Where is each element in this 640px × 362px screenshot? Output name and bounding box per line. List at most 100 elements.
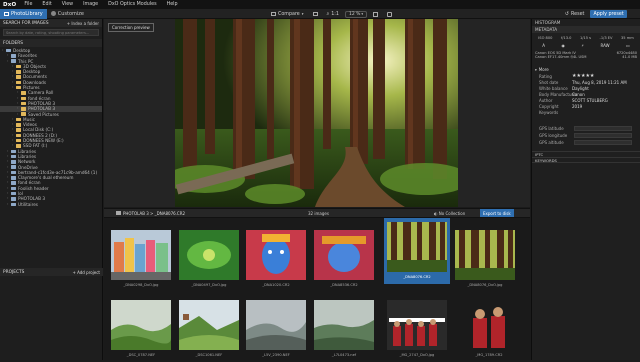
chevron-down-icon: ▾ (301, 12, 304, 16)
more-toggle[interactable]: ▾ More (532, 66, 640, 73)
main-photo (175, 19, 458, 207)
reset-button[interactable]: ↺ Reset (562, 10, 587, 18)
apply-preset-button[interactable]: Apply preset (590, 10, 627, 18)
gps-row: GPS longitude (532, 132, 640, 139)
thumbnail-filename: _DNA8076.CR2 (403, 275, 431, 279)
thumbnail-filename: _DNA0298_DxO.jpg (123, 283, 159, 287)
thumbnail-image (314, 230, 374, 280)
index-folder-link[interactable]: + Index a folder (67, 21, 99, 26)
thumbnail[interactable]: _DNA8076_DxO.jpg (452, 226, 518, 292)
search-input[interactable]: Search by date, rating, shooting paramet… (6, 31, 89, 35)
metadata-header: Metadata (532, 26, 640, 33)
thumbnail[interactable]: _MG_1789.CR2 (456, 296, 522, 362)
thumbnail-filename: _DSC1061.NEF (195, 353, 223, 357)
folder-icon (21, 91, 26, 95)
folder-icon (16, 133, 21, 138)
compare-button[interactable]: Compare ▾ (268, 10, 307, 18)
iptc-title: IPTC (535, 152, 544, 157)
tab-customize[interactable]: Customize (47, 9, 88, 19)
menu-edit[interactable]: Edit (37, 2, 56, 7)
folder-icon (11, 191, 16, 196)
thumbnail[interactable]: _DNA1020.CR2 (243, 226, 309, 292)
gps-fields: GPS latitude GPS longitude GPS altitude (532, 125, 640, 146)
thumbnail[interactable]: _DSC_0787.NEF (108, 296, 174, 362)
folder-icon (16, 85, 21, 90)
histogram-title: Histogram (535, 20, 561, 25)
lens-model: Canon EF17-40mm f/4L USM (535, 55, 587, 59)
metadata-value[interactable]: SCOTT STULBERG (572, 98, 608, 103)
collection-icon: ◐ (434, 210, 438, 216)
gps-label: GPS longitude (539, 133, 568, 138)
zoom-button[interactable]: ⌕ 1:1 (324, 10, 342, 18)
thumbnail[interactable]: _DNA0497_DxO.jpg (176, 226, 242, 292)
projects-title: Projects (3, 269, 25, 275)
left-panel: Search for images + Index a folder Searc… (0, 19, 103, 360)
thumbnail[interactable]: _DNA0298_DxO.jpg (108, 226, 174, 292)
metadata-value[interactable]: Canon (572, 92, 585, 97)
metadata-value[interactable]: Thu, Aug 8, 2019 11:21 AM (572, 80, 627, 85)
thumbnail[interactable]: _MG_2747_DxO.jpg (384, 296, 450, 362)
fit-button[interactable] (310, 10, 321, 18)
search-box[interactable]: Search by date, rating, shooting paramet… (3, 29, 99, 36)
reset-icon: ↺ (565, 11, 570, 17)
metadata-value[interactable]: 2019 (572, 104, 582, 109)
gps-label: GPS altitude (539, 140, 564, 145)
menu-view[interactable]: View (57, 2, 78, 7)
thumbnail-image (246, 300, 306, 350)
overlay-button[interactable] (384, 10, 395, 18)
correction-preview-button[interactable]: Correction preview (108, 23, 154, 32)
thumbnail-image (111, 230, 171, 280)
folder-icon (16, 123, 21, 127)
thumbnail-filename: _L5V_2390.NEF (262, 353, 290, 357)
thumbnail-filename: _L7L0473.nef (331, 353, 357, 357)
metering-icon: ◉ (561, 43, 565, 48)
raw-file-icon: ▭ (625, 43, 630, 48)
gps-input[interactable] (574, 140, 632, 145)
projects-header: Projects + Add project (0, 268, 103, 276)
iso-value: ISO 800 (538, 36, 553, 40)
zoom-select[interactable]: 12 % ▾ (344, 10, 368, 18)
thumbnail-image (179, 230, 239, 280)
menu-help[interactable]: Help (162, 2, 183, 7)
menu-optics-modules[interactable]: DxO Optics Modules (103, 2, 161, 7)
search-section-header: Search for images + Index a folder (0, 19, 102, 27)
customize-icon (50, 11, 56, 16)
folder-icon (16, 70, 21, 74)
metadata-fields: Rating ★★★★★ Shot date Thu, Aug 8, 2019 11:… (532, 73, 640, 115)
thumbnail-image (246, 230, 306, 280)
metadata-value[interactable]: Daylight (572, 86, 589, 91)
thumbnail[interactable]: _L7L0473.nef (311, 296, 377, 362)
thumbnail-filename: _DNA1020.CR2 (262, 283, 290, 287)
folder-item[interactable]: › Utilitaires (0, 202, 102, 207)
shutter-value: 1/15 s (579, 36, 592, 40)
gps-row: GPS latitude (532, 125, 640, 132)
export-button[interactable]: Export to disk (480, 209, 514, 217)
menu-bar: DxO File Edit View Image DxO Optics Modu… (0, 0, 640, 9)
tab-photolibrary[interactable]: PhotoLibrary (0, 8, 47, 19)
menu-file[interactable]: File (19, 2, 37, 7)
histogram-header: Histogram (532, 19, 640, 26)
no-collection-button[interactable]: ◐ No Collection (434, 211, 465, 216)
menu-image[interactable]: Image (78, 2, 103, 7)
gps-input[interactable] (574, 126, 632, 131)
add-project-button[interactable]: + Add project (72, 270, 100, 275)
more-label: More (538, 67, 549, 72)
thumbnail[interactable]: _DNA8076.CR2 (384, 218, 450, 284)
no-collection-label: No Collection (438, 210, 466, 216)
folder-icon (11, 197, 16, 201)
folder-icon (16, 117, 21, 122)
grid-button[interactable] (370, 10, 381, 18)
chevron-down-icon: ▾ (535, 67, 537, 72)
thumbnail[interactable]: _DSC1061.NEF (176, 296, 242, 362)
folder-icon (11, 202, 16, 206)
reset-label: Reset (571, 11, 585, 17)
thumbnail[interactable]: _DNA8536.CR2 (311, 226, 377, 292)
thumbnail[interactable]: _L5V_2390.NEF (243, 296, 309, 362)
folder-tree: › Desktop › Favorites › This PC › 3D Objects › De… (0, 47, 102, 207)
thumbnail-filename: _DNA0497_DxO.jpg (191, 283, 227, 287)
folder-icon (11, 154, 16, 159)
gps-input[interactable] (574, 133, 632, 138)
exif-icons: A ◉ ⚡ RAW ▭ (532, 40, 640, 51)
zoom-label: 1:1 (331, 11, 339, 17)
breadcrumb[interactable]: PHOTOLAB 3 > _DNA8076.CR2 (123, 211, 185, 216)
